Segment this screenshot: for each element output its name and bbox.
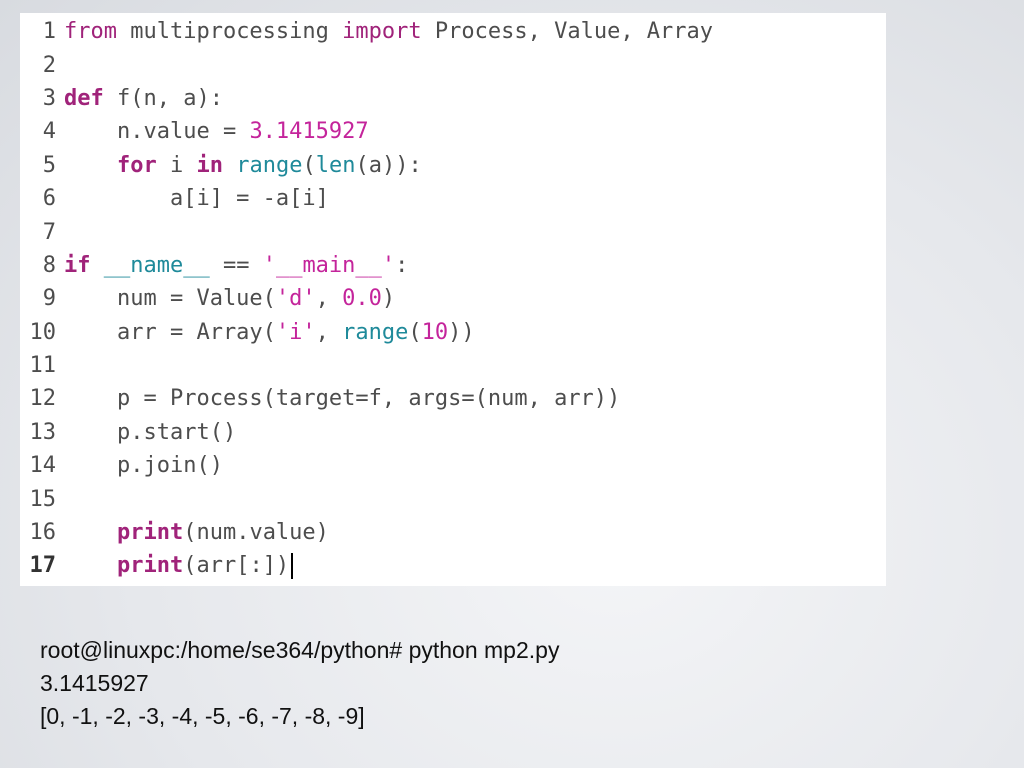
code-line[interactable]: 15 (20, 482, 886, 515)
code-text[interactable]: p.join() (64, 453, 886, 478)
code-line[interactable]: 3 def f(n, a): (20, 82, 886, 115)
line-number: 7 (42, 219, 56, 245)
code-token: import (342, 19, 422, 45)
code-token: def (64, 85, 104, 111)
line-number: 2 (42, 52, 56, 78)
code-token: arr = Array( (64, 319, 276, 345)
code-token: 'd' (275, 286, 316, 312)
code-token: (a)): (355, 152, 422, 178)
code-token: 3.1415927 (249, 119, 369, 145)
code-token: ) (381, 286, 396, 312)
code-line[interactable]: 17 print(arr[:]) (20, 549, 886, 582)
code-token: len (315, 152, 356, 178)
code-token: , (315, 286, 343, 312)
code-text[interactable]: print(arr[:]) (64, 552, 886, 579)
code-token: print (116, 552, 184, 578)
terminal-command-line: root@linuxpc:/home/se364/python# python … (40, 637, 560, 663)
code-text[interactable]: p = Process(target=f, args=(num, arr)) (64, 386, 886, 411)
code-line[interactable]: 4 n.value = 3.1415927 (20, 115, 886, 148)
line-number: 10 (29, 319, 57, 345)
code-token: i (156, 152, 197, 178)
code-line[interactable]: 6 a[i] = -a[i] (20, 182, 886, 215)
terminal-output-line: [0, -1, -2, -3, -4, -5, -6, -7, -8, -9] (40, 703, 365, 729)
code-token: 10 (421, 319, 449, 345)
code-token: )) (448, 319, 475, 345)
code-line[interactable]: 12 p = Process(target=f, args=(num, arr)… (20, 382, 886, 415)
line-number: 14 (29, 453, 57, 479)
code-line[interactable]: 7 (20, 215, 886, 248)
code-token: in (196, 152, 223, 178)
line-number: 8 (42, 252, 56, 278)
line-number: 6 (42, 186, 56, 212)
terminal-output-line: 3.1415927 (40, 670, 149, 696)
code-token: multiprocessing (116, 19, 343, 45)
line-number: 12 (29, 386, 57, 412)
code-text[interactable]: if __name__ == '__main__': (64, 253, 886, 278)
code-line[interactable]: 8 if __name__ == '__main__': (20, 249, 886, 282)
code-line[interactable]: 16 print(num.value) (20, 516, 886, 549)
line-number: 3 (42, 85, 56, 111)
code-text[interactable]: arr = Array('i', range(10)) (64, 320, 886, 345)
code-token: range (236, 152, 303, 178)
code-token: : (395, 252, 409, 278)
code-token: 0.0 (342, 286, 382, 312)
code-text[interactable]: for i in range(len(a)): (64, 153, 886, 178)
code-text[interactable]: from multiprocessing import Process, Val… (64, 19, 886, 44)
code-token: ( (302, 152, 316, 178)
text-cursor (291, 552, 294, 579)
code-token: for (116, 152, 157, 178)
terminal-output: root@linuxpc:/home/se364/python# python … (40, 634, 559, 733)
code-token: print (116, 520, 184, 546)
code-line[interactable]: 10 arr = Array('i', range(10)) (20, 316, 886, 349)
code-text[interactable]: print(num.value) (64, 520, 886, 545)
line-number: 5 (42, 152, 56, 178)
code-token: __name__ (103, 252, 210, 278)
code-token: p.start() (64, 419, 237, 445)
code-line[interactable]: 9 num = Value('d', 0.0) (20, 282, 886, 315)
code-text[interactable]: a[i] = -a[i] (64, 186, 886, 211)
code-token: from (64, 19, 117, 45)
code-line[interactable]: 2 (20, 48, 886, 81)
line-number: 13 (29, 419, 57, 445)
code-line[interactable]: 14 p.join() (20, 449, 886, 482)
line-number: 11 (29, 353, 57, 379)
line-number: 15 (29, 486, 57, 512)
code-token: (num.value) (183, 520, 329, 546)
code-text[interactable]: num = Value('d', 0.0) (64, 286, 886, 311)
code-token: f(n, a): (103, 85, 223, 111)
code-text[interactable]: n.value = 3.1415927 (64, 119, 886, 144)
code-token: a[i] = -a[i] (64, 186, 329, 212)
code-token: n.value = (64, 119, 250, 145)
code-token: Process, Value, Array (421, 19, 714, 45)
code-line[interactable]: 5 for i in range(len(a)): (20, 149, 886, 182)
line-number: 9 (42, 286, 56, 312)
line-number: 4 (42, 119, 56, 145)
code-token: '__main__' (262, 252, 396, 278)
code-token: p = Process(target=f, args=(num, arr)) (64, 386, 621, 412)
code-token: == (209, 252, 263, 278)
code-token: ( (408, 319, 422, 345)
code-text[interactable]: p.start() (64, 420, 886, 445)
code-token: , (315, 319, 343, 345)
line-number: 17 (29, 553, 57, 579)
code-line[interactable]: 13 p.start() (20, 416, 886, 449)
code-token: 'i' (275, 319, 316, 345)
code-editor[interactable]: 1 from multiprocessing import Process, Va… (20, 13, 886, 586)
code-token: (arr[:]) (183, 552, 290, 578)
code-token: p.join() (64, 453, 223, 479)
line-number: 16 (29, 520, 57, 546)
line-number: 1 (42, 19, 56, 45)
code-text[interactable]: def f(n, a): (64, 86, 886, 111)
code-line[interactable]: 11 (20, 349, 886, 382)
code-line[interactable]: 1 from multiprocessing import Process, Va… (20, 15, 886, 48)
code-token: range (342, 319, 409, 345)
code-token: num = Value( (64, 286, 276, 312)
code-token: if (64, 252, 91, 278)
